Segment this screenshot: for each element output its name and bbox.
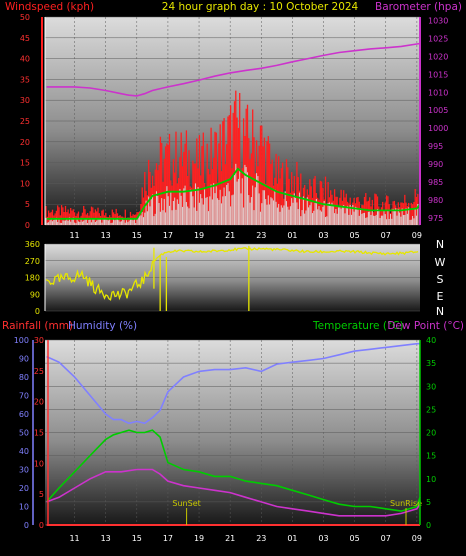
weather-chart-svg: Windspeed (kph) 24 hour graph day : 10 O… xyxy=(2,1,464,543)
wind-tick-label: 35 xyxy=(20,75,30,84)
temperature-tick-label: 10 xyxy=(426,475,436,484)
wind-x-tick-label: 23 xyxy=(256,231,266,240)
wind-x-tick-label: 11 xyxy=(69,231,79,240)
compass-letter: E xyxy=(437,290,444,303)
wind-x-tick-label: 01 xyxy=(287,231,297,240)
humidity-axis-title: Humidity (%) xyxy=(68,320,137,332)
direction-tick-label: 270 xyxy=(25,257,40,266)
temperature-humidity-panel: SunSet SunRise 05101520253035400510152025… xyxy=(14,336,436,543)
humidity-tick-label: 60 xyxy=(19,410,29,419)
barometer-tick-label: 975 xyxy=(428,214,443,223)
rainfall-tick-label: 15 xyxy=(34,429,44,438)
barometer-tick-label: 1025 xyxy=(428,35,448,44)
barometer-tick-label: 990 xyxy=(428,160,443,169)
barometer-tick-label: 1020 xyxy=(428,52,448,61)
sun-event-label: SunSet xyxy=(172,499,200,508)
weather-graph: Windspeed (kph) 24 hour graph day : 10 O… xyxy=(0,0,466,552)
temperature-tick-label: 35 xyxy=(426,359,436,368)
barometer-tick-label: 1010 xyxy=(428,88,448,97)
barometer-tick-label: 1030 xyxy=(428,17,448,26)
temp-x-tick-label: 01 xyxy=(287,534,297,543)
humidity-tick-label: 100 xyxy=(14,336,29,345)
wind-x-tick-label: 13 xyxy=(101,231,111,240)
humidity-tick-label: 0 xyxy=(24,521,29,530)
temperature-tick-label: 30 xyxy=(426,382,436,391)
wind-tick-label: 45 xyxy=(20,34,30,43)
wind-tick-label: 40 xyxy=(20,55,30,64)
barometer-axis-title: Barometer (hpa) xyxy=(375,1,462,13)
sun-event-label: SunRise xyxy=(390,499,422,508)
humidity-tick-label: 90 xyxy=(19,355,29,364)
barometer-tick-label: 1015 xyxy=(428,70,448,79)
rainfall-tick-label: 20 xyxy=(34,398,44,407)
wind-tick-label: 15 xyxy=(20,159,30,168)
wind-x-tick-label: 07 xyxy=(381,231,391,240)
chart-title: 24 hour graph day : 10 October 2024 xyxy=(162,1,359,13)
temperature-tick-label: 25 xyxy=(426,405,436,414)
humidity-tick-label: 50 xyxy=(19,429,29,438)
humidity-tick-label: 20 xyxy=(19,484,29,493)
compass-letter: N xyxy=(436,305,444,318)
temp-x-tick-label: 17 xyxy=(163,534,173,543)
temp-x-tick-label: 15 xyxy=(132,534,142,543)
temp-x-tick-label: 09 xyxy=(412,534,422,543)
temp-x-tick-label: 19 xyxy=(194,534,204,543)
dewpoint-axis-title: Dew Point (°C) xyxy=(387,320,464,332)
humidity-tick-label: 80 xyxy=(19,373,29,382)
barometer-tick-label: 1000 xyxy=(428,124,448,133)
wind-tick-label: 5 xyxy=(25,200,30,209)
humidity-tick-label: 40 xyxy=(19,447,29,456)
temp-x-tick-label: 11 xyxy=(69,534,79,543)
barometer-tick-label: 985 xyxy=(428,178,443,187)
temperature-tick-label: 5 xyxy=(426,498,431,507)
temperature-tick-label: 40 xyxy=(426,336,436,345)
barometer-tick-label: 1005 xyxy=(428,106,448,115)
temperature-tick-label: 0 xyxy=(426,521,431,530)
humidity-tick-label: 70 xyxy=(19,392,29,401)
wind-x-tick-label: 05 xyxy=(350,231,360,240)
rainfall-tick-label: 5 xyxy=(39,490,44,499)
rainfall-axis-title: Rainfall (mm) xyxy=(2,320,73,332)
temp-x-tick-label: 07 xyxy=(381,534,391,543)
temp-x-tick-label: 03 xyxy=(318,534,328,543)
direction-tick-label: 90 xyxy=(30,290,40,299)
wind-x-tick-label: 15 xyxy=(132,231,142,240)
wind-x-tick-label: 17 xyxy=(163,231,173,240)
wind-tick-label: 50 xyxy=(20,13,30,22)
wind-x-tick-label: 09 xyxy=(412,231,422,240)
wind-tick-label: 25 xyxy=(20,117,30,126)
compass-letter: W xyxy=(435,256,446,269)
wind-x-tick-label: 21 xyxy=(225,231,235,240)
wind-x-tick-label: 19 xyxy=(194,231,204,240)
rainfall-tick-label: 0 xyxy=(39,521,44,530)
wind-direction-panel: 090180270360 NWSEN xyxy=(25,238,446,318)
temp-x-tick-label: 23 xyxy=(256,534,266,543)
wind-barometer-panel: 0510152025303540455097598098599099510001… xyxy=(20,13,449,240)
compass-letter: S xyxy=(437,273,444,286)
wind-tick-label: 10 xyxy=(20,179,30,188)
windspeed-axis-title: Windspeed (kph) xyxy=(5,1,94,13)
temp-x-tick-label: 21 xyxy=(225,534,235,543)
rainfall-tick-label: 25 xyxy=(34,367,44,376)
barometer-tick-label: 995 xyxy=(428,142,443,151)
rainfall-tick-label: 30 xyxy=(34,336,44,345)
compass-letter: N xyxy=(436,238,444,251)
temp-x-tick-label: 13 xyxy=(101,534,111,543)
direction-tick-label: 360 xyxy=(25,240,40,249)
barometer-tick-label: 980 xyxy=(428,196,443,205)
wind-tick-label: 0 xyxy=(25,221,30,230)
temperature-tick-label: 15 xyxy=(426,452,436,461)
wind-x-tick-label: 03 xyxy=(318,231,328,240)
wind-tick-label: 30 xyxy=(20,96,30,105)
direction-tick-label: 0 xyxy=(35,307,40,316)
direction-tick-label: 180 xyxy=(25,274,40,283)
wind-tick-label: 20 xyxy=(20,138,30,147)
temp-x-tick-label: 05 xyxy=(350,534,360,543)
humidity-tick-label: 30 xyxy=(19,466,29,475)
temperature-tick-label: 20 xyxy=(426,429,436,438)
rainfall-tick-label: 10 xyxy=(34,459,44,468)
humidity-tick-label: 10 xyxy=(19,503,29,512)
